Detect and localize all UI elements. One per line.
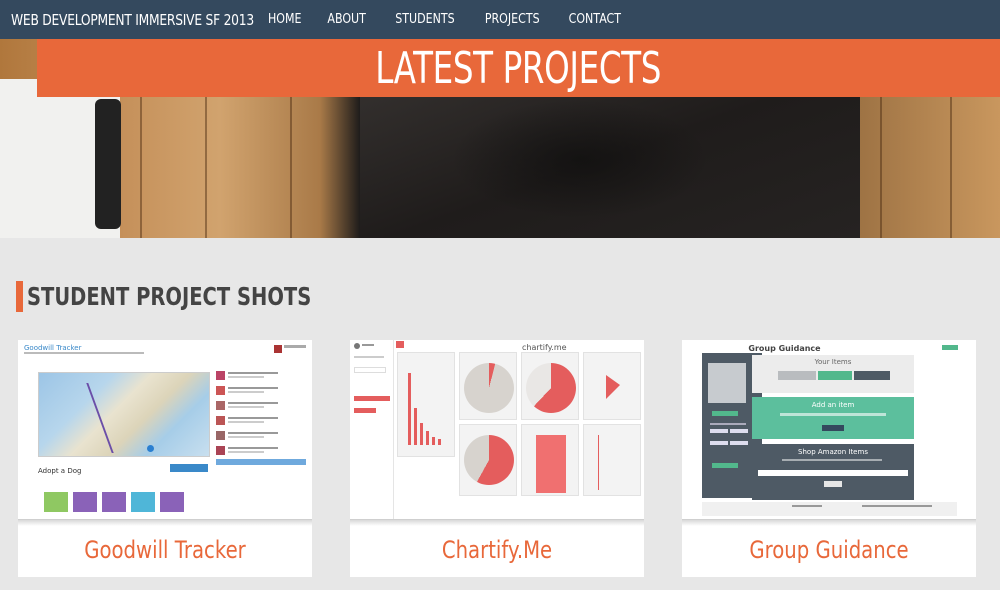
screenshot-avatar	[274, 345, 282, 353]
nav-links: HOME ABOUT STUDENTS PROJECTS CONTACT	[255, 0, 636, 39]
hero-banner: LATEST PROJECTS	[37, 39, 1000, 97]
screenshot-box-title: Shop Amazon Items	[798, 448, 868, 456]
screenshot-sidebar	[350, 340, 394, 519]
project-screenshot[interactable]: Group Guidance Your Items Add an item Sh…	[682, 340, 976, 520]
card-shadow	[18, 520, 312, 526]
section-title: STUDENT PROJECT SHOTS	[27, 282, 312, 311]
hero-image: LATEST PROJECTS	[0, 39, 1000, 238]
screenshot-item-title: Adopt a Dog	[38, 467, 82, 475]
screenshot-shop-amazon: Shop Amazon Items	[752, 444, 914, 500]
screenshot-tiles	[44, 492, 184, 512]
screenshot-box-title: Add an item	[811, 401, 855, 409]
paw-icon	[44, 492, 68, 512]
paw-icon	[102, 492, 126, 512]
hero-title: LATEST PROJECTS	[375, 42, 662, 94]
map-route	[86, 383, 172, 453]
screenshot-header: Goodwill Tracker	[24, 344, 82, 352]
hero-shadow	[450, 99, 710, 219]
screenshot-blue-bar	[216, 459, 306, 465]
section-accent-bar	[16, 281, 23, 312]
screenshot-panel	[521, 424, 579, 496]
project-screenshot[interactable]: chartify.me	[350, 340, 644, 520]
hero-monitor-edge	[95, 99, 121, 229]
screenshot-username	[284, 345, 306, 348]
paw-icon	[73, 492, 97, 512]
screenshot-menu-icon	[396, 341, 404, 348]
screenshot-panel	[459, 424, 517, 496]
screenshot-footer	[702, 502, 957, 516]
screenshot-map	[38, 372, 210, 457]
project-title[interactable]: Group Guidance	[708, 536, 949, 564]
nav-link-about[interactable]: ABOUT	[319, 12, 374, 27]
screenshot-your-items: Your Items	[752, 355, 914, 393]
screenshot-header: Group Guidance	[748, 344, 821, 353]
screenshot-panel	[583, 424, 641, 496]
screenshot-red-button	[354, 396, 390, 401]
screenshot-add-item: Add an item	[752, 397, 914, 439]
project-screenshot[interactable]: Goodwill Tracker Adopt a Dog	[18, 340, 312, 520]
nav-link-projects[interactable]: PROJECTS	[476, 12, 548, 27]
screenshot-panel	[397, 352, 455, 457]
card-shadow	[682, 520, 976, 526]
map-pin-icon	[147, 445, 154, 452]
nav-link-contact[interactable]: CONTACT	[560, 12, 629, 27]
screenshot-logo: chartify.me	[522, 343, 567, 352]
screenshot-subline	[24, 352, 144, 354]
project-title[interactable]: Goodwill Tracker	[44, 536, 285, 564]
profile-photo-icon	[708, 363, 746, 403]
project-title[interactable]: Chartify.Me	[376, 536, 617, 564]
screenshot-search-input	[758, 470, 908, 476]
top-navbar: WEB DEVELOPMENT IMMERSIVE SF 2013 HOME A…	[0, 0, 1000, 39]
screenshot-sidebar	[216, 370, 306, 518]
screenshot-red-button	[354, 408, 376, 413]
screenshot-button	[170, 464, 208, 472]
paw-icon	[160, 492, 184, 512]
screenshot-panel	[459, 352, 517, 420]
site-brand[interactable]: WEB DEVELOPMENT IMMERSIVE SF 2013	[11, 11, 254, 29]
screenshot-green-button	[942, 345, 958, 350]
project-card-group-guidance[interactable]: Group Guidance Your Items Add an item Sh…	[682, 340, 976, 577]
paw-icon	[131, 492, 155, 512]
project-card-goodwill-tracker[interactable]: Goodwill Tracker Adopt a Dog Goodwill Tr…	[18, 340, 312, 577]
nav-link-students[interactable]: STUDENTS	[386, 12, 462, 27]
screenshot-box-title: Your Items	[814, 358, 852, 366]
project-card-chartify-me[interactable]: chartify.me Chartify.Me	[350, 340, 644, 577]
card-shadow	[350, 520, 644, 526]
screenshot-panel	[583, 352, 641, 420]
nav-link-home[interactable]: HOME	[259, 12, 310, 27]
screenshot-panel	[521, 352, 579, 420]
